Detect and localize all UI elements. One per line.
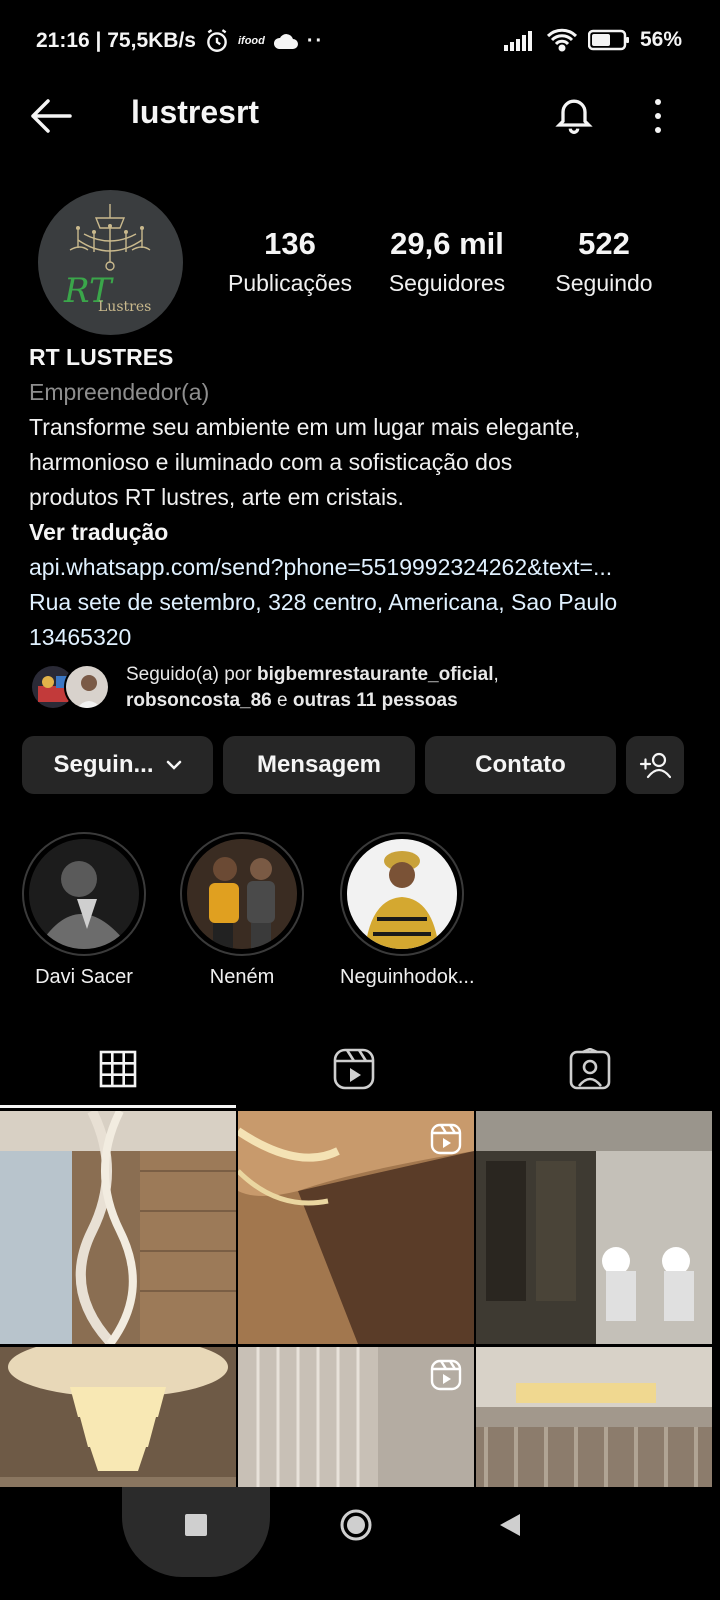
posts-label: Publicações <box>227 270 353 296</box>
profile-stats: 136 Publicações 29,6 mil Seguidores 522 … <box>222 226 672 297</box>
signal-icon <box>503 29 536 51</box>
status-left: 21:16 | 75,5KB/s ifood ·· <box>36 28 324 54</box>
home-circle-icon <box>340 1509 372 1541</box>
follower-username[interactable]: bigbemrestaurante_oficial <box>257 664 494 685</box>
bio-line: harmonioso e iluminado com a sofisticaçã… <box>29 449 513 475</box>
reel-badge-icon <box>430 1123 462 1160</box>
back-button[interactable] <box>28 96 74 136</box>
highlight-item[interactable]: Davi Sacer <box>22 832 146 989</box>
stat-following[interactable]: 522 Seguindo <box>536 226 672 297</box>
see-translation-link[interactable]: Ver tradução <box>29 515 699 550</box>
bio-line: produtos RT lustres, arte em cristais. <box>29 484 404 510</box>
bio-line: Transforme seu ambiente em um lugar mais… <box>29 414 581 440</box>
bell-icon <box>555 99 593 134</box>
followed-comma: , <box>493 664 499 685</box>
following-button[interactable]: Seguin... <box>22 736 213 794</box>
active-tab-indicator <box>0 1105 236 1108</box>
alarm-icon <box>204 28 230 54</box>
square-icon <box>185 1514 207 1536</box>
followers-label: Seguidores <box>388 270 506 296</box>
options-button[interactable] <box>648 96 668 136</box>
address-line[interactable]: 13465320 <box>29 620 699 655</box>
website-link[interactable]: api.whatsapp.com/send?phone=551999232426… <box>29 550 689 585</box>
more-notifications-icon: ·· <box>306 29 325 52</box>
reels-icon <box>333 1048 375 1090</box>
status-right: 56% <box>503 28 682 52</box>
contact-button[interactable]: Contato <box>425 736 616 794</box>
tab-grid[interactable] <box>0 1030 236 1108</box>
post-thumbnail[interactable] <box>238 1347 474 1487</box>
post-thumbnail[interactable] <box>0 1111 236 1344</box>
status-bar: 21:16 | 75,5KB/s ifood ·· 56% <box>0 0 720 84</box>
avatar-brand-text: Lustres <box>98 299 152 315</box>
highlight-ring <box>22 832 146 956</box>
followed-by[interactable]: Seguido(a) por bigbemrestaurante_oficial… <box>30 660 700 716</box>
back-arrow-icon <box>31 99 72 133</box>
followed-and: e <box>277 690 288 711</box>
highlight-ring <box>340 832 464 956</box>
post-thumbnail[interactable] <box>0 1347 236 1487</box>
followers-count: 29,6 mil <box>390 226 504 261</box>
address-line[interactable]: Rua sete de setembro, 328 centro, Americ… <box>29 585 699 620</box>
profile-bio: RT LUSTRES Empreendedor(a) Transforme se… <box>29 340 699 655</box>
post-thumbnail[interactable] <box>476 1111 712 1344</box>
posts-count: 136 <box>264 226 316 261</box>
following-label: Seguindo <box>555 270 653 296</box>
add-person-icon <box>639 752 671 779</box>
message-button[interactable]: Mensagem <box>223 736 415 794</box>
follower-avatar <box>64 664 110 710</box>
followed-prefix: Seguido(a) por <box>126 664 252 685</box>
reel-badge-icon <box>430 1359 462 1396</box>
tab-reels[interactable] <box>236 1030 472 1108</box>
highlight-ring <box>180 832 304 956</box>
highlight-label: Neném <box>209 966 275 988</box>
ifood-icon: ifood <box>237 35 265 47</box>
following-label: Seguin... <box>53 751 154 778</box>
highlight-label: Davi Sacer <box>35 966 133 988</box>
home-button[interactable] <box>334 1503 378 1547</box>
wifi-icon <box>546 28 578 52</box>
profile-actions: Seguin... Mensagem Contato <box>22 736 684 794</box>
stat-followers[interactable]: 29,6 mil Seguidores <box>358 226 536 297</box>
back-nav-button[interactable] <box>490 1505 530 1545</box>
recents-button[interactable] <box>176 1505 216 1545</box>
posts-grid <box>0 1111 720 1487</box>
battery-icon <box>587 29 630 51</box>
profile-name: RT LUSTRES <box>29 344 174 370</box>
highlight-image <box>187 839 297 949</box>
followed-by-text: Seguido(a) por bigbemrestaurante_oficial… <box>126 662 499 714</box>
notifications-button[interactable] <box>552 92 596 136</box>
chevron-down-icon <box>166 760 181 770</box>
highlight-item[interactable]: Neném <box>180 832 304 989</box>
battery-percent: 56% <box>639 28 682 51</box>
follower-username[interactable]: robsoncosta_86 <box>126 690 272 711</box>
stat-posts[interactable]: 136 Publicações <box>222 226 358 297</box>
tab-tagged[interactable] <box>472 1030 708 1108</box>
time-speed: 21:16 | 75,5KB/s <box>36 29 196 52</box>
following-count: 522 <box>578 226 630 261</box>
system-navigation-bar <box>0 1487 720 1600</box>
profile-tabs <box>0 1030 720 1108</box>
post-thumbnail[interactable] <box>238 1111 474 1344</box>
more-vertical-icon <box>655 99 661 133</box>
suggested-users-button[interactable] <box>626 736 684 794</box>
profile-category: Empreendedor(a) <box>29 379 210 405</box>
triangle-back-icon <box>500 1514 520 1536</box>
grid-icon <box>99 1050 137 1088</box>
highlight-label: Neguinhodok... <box>340 966 475 988</box>
tagged-icon <box>569 1048 611 1090</box>
post-thumbnail[interactable] <box>476 1347 712 1487</box>
highlight-item[interactable]: Neguinhodok... <box>340 832 475 989</box>
header-username: lustresrt <box>131 94 260 130</box>
followed-others[interactable]: outras 11 pessoas <box>293 690 458 711</box>
highlight-image <box>29 839 139 949</box>
highlight-image <box>347 839 457 949</box>
cloud-icon <box>273 31 299 51</box>
profile-header: lustresrt <box>0 84 720 146</box>
